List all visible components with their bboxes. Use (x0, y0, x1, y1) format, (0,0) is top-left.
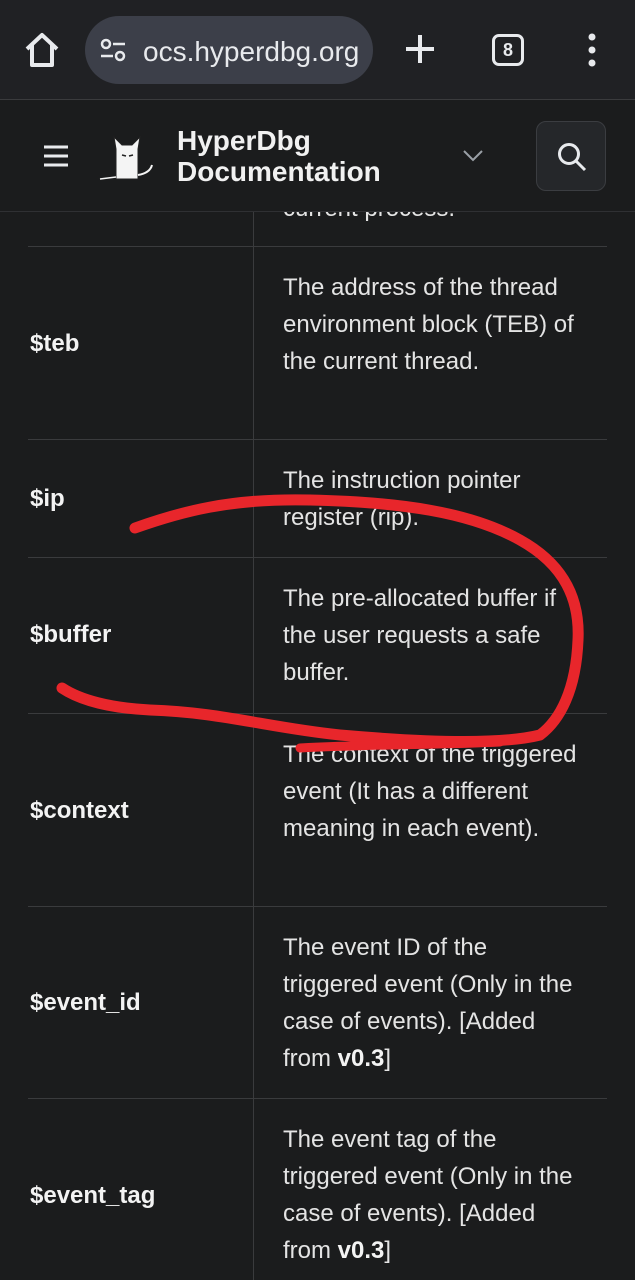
register-name: $teb (30, 330, 80, 357)
home-icon[interactable] (22, 30, 62, 70)
search-icon (558, 143, 587, 172)
previous-row-desc-tail: current process. (283, 212, 455, 227)
tab-switcher-button[interactable]: 8 (492, 34, 524, 66)
browser-toolbar: ocs.hyperdbg.org 8 (0, 0, 635, 100)
table-row: $event_id The event ID of the triggered … (28, 906, 607, 1098)
more-options-icon[interactable] (582, 32, 602, 68)
menu-icon[interactable] (40, 141, 72, 171)
register-name: $event_id (30, 989, 141, 1016)
register-name: $context (30, 797, 129, 824)
register-description: The address of the thread environment bl… (283, 274, 574, 375)
site-title-line1[interactable]: HyperDbg (177, 125, 381, 156)
url-text[interactable]: ocs.hyperdbg.org (143, 36, 359, 68)
site-header: HyperDbg Documentation (0, 101, 635, 212)
table-row: $event_tag The event tag of the triggere… (28, 1098, 607, 1280)
site-title-line2[interactable]: Documentation (177, 156, 381, 187)
register-description: The event ID of the triggered event (Onl… (283, 929, 583, 1077)
added-suffix: ] (384, 1237, 392, 1264)
pseudo-registers-table: current process. $teb The address of the… (0, 212, 635, 1280)
register-description: The instruction pointer register (rip). (283, 467, 521, 531)
register-description: The context of the triggered event (It h… (283, 741, 577, 842)
address-bar[interactable]: ocs.hyperdbg.org (85, 16, 373, 84)
site-title[interactable]: HyperDbg Documentation (177, 125, 381, 187)
register-description: The event tag of the triggered event (On… (283, 1121, 583, 1269)
register-description: The pre-allocated buffer if the user req… (283, 585, 557, 686)
register-name: $event_tag (30, 1182, 156, 1209)
hyperdbg-cat-logo[interactable] (98, 129, 158, 185)
version-badge: v0.3 (337, 1045, 385, 1072)
register-name: $buffer (30, 621, 112, 648)
table-row: $teb The address of the thread environme… (28, 246, 607, 439)
table-row: $context The context of the triggered ev… (28, 713, 607, 906)
register-name: $ip (30, 485, 65, 512)
site-settings-icon[interactable] (99, 38, 127, 62)
chevron-down-icon[interactable] (462, 149, 484, 163)
table-row: $ip The instruction pointer register (ri… (28, 439, 607, 557)
table-row: $buffer The pre-allocated buffer if the … (28, 557, 607, 713)
new-tab-icon[interactable] (402, 31, 438, 67)
added-suffix: ] (384, 1045, 392, 1072)
version-badge: v0.3 (337, 1237, 385, 1264)
search-button[interactable] (536, 121, 606, 191)
